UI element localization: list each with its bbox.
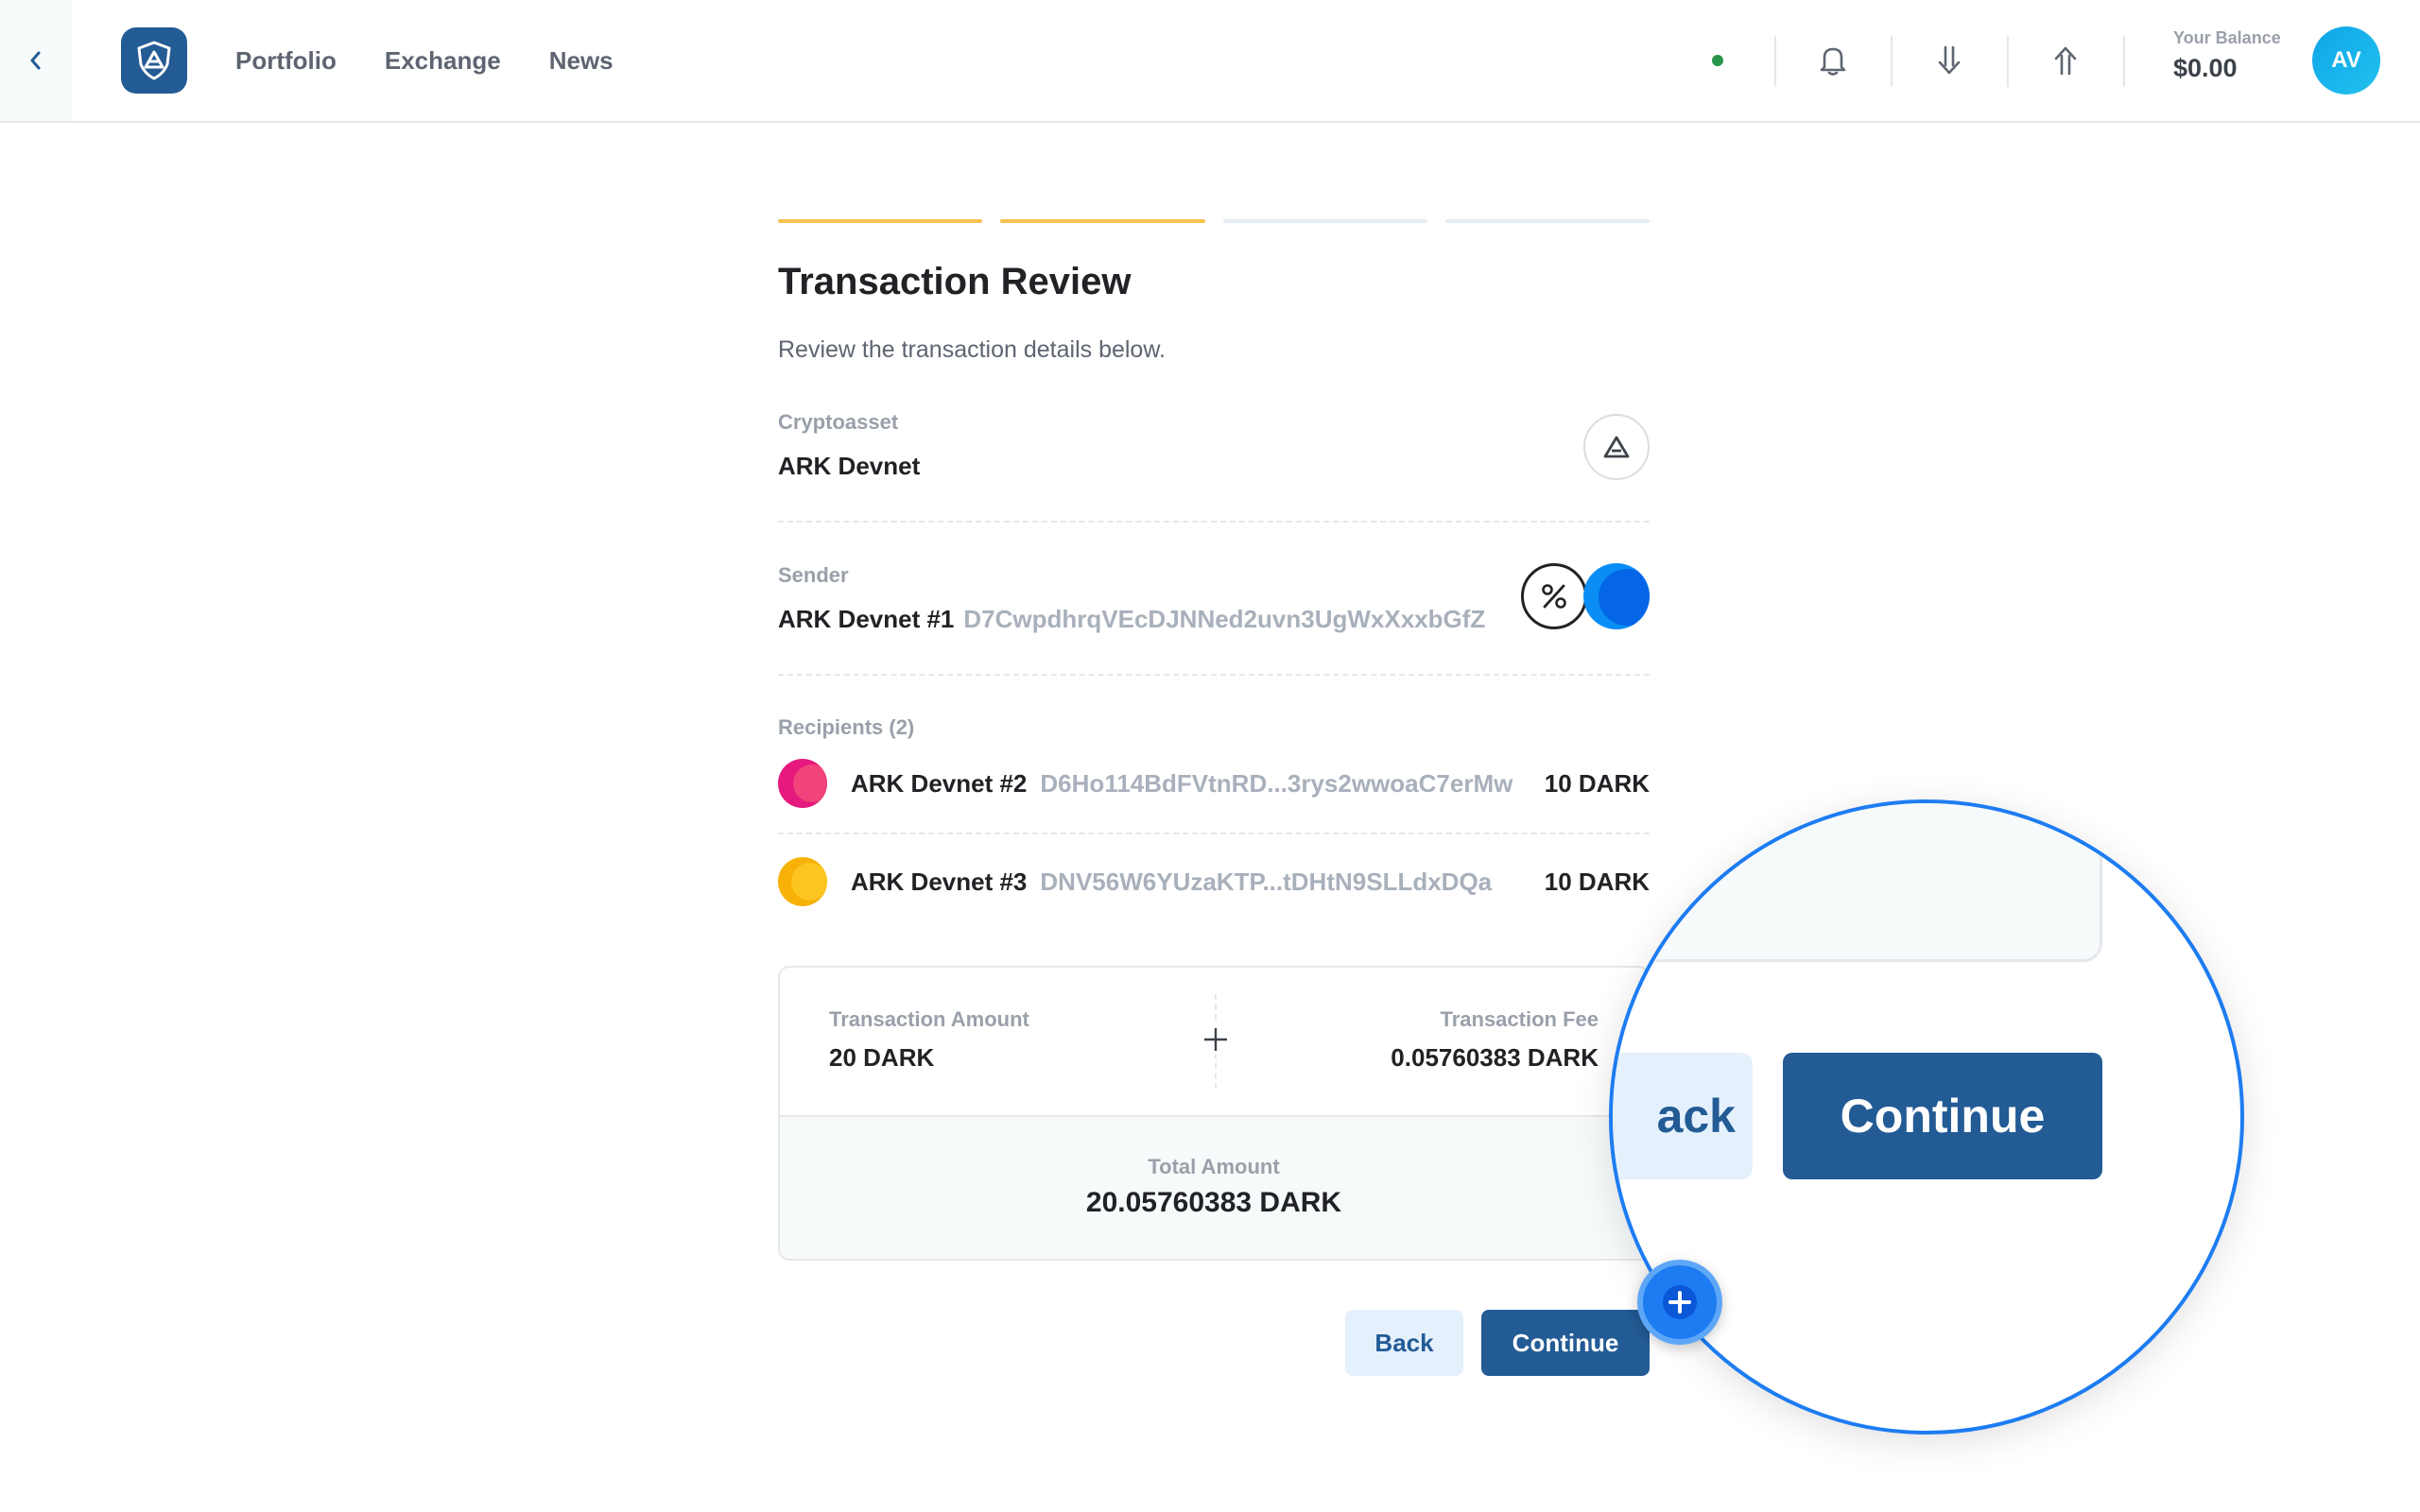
chevron-left-icon [30,51,41,70]
sender-label: Sender [778,563,849,587]
sender-name: ARK Devnet #1 [778,605,955,633]
nav-portfolio[interactable]: Portfolio [235,46,337,76]
recipient-address: D6Ho114BdFVtnRD...3rys2wwoaC7erMw [1040,768,1513,798]
step-indicator-1 [778,219,983,223]
recipient-avatar [778,857,827,906]
summary-total: Total Amount 20.05760383 DARK [780,1115,1648,1259]
step-indicator-4 [1444,219,1650,223]
header-divider [2123,36,2125,87]
section-divider [778,674,1650,676]
zoom-plus-handle[interactable] [1637,1260,1722,1345]
main-nav: Portfolio Exchange News [235,0,614,121]
header-divider [2007,36,2009,87]
recipient-name: ARK Devnet #3 [851,867,1028,896]
recipient-name: ARK Devnet #2 [851,768,1028,798]
percent-icon [1542,584,1566,609]
cryptoasset-value: ARK Devnet [778,452,921,480]
nav-exchange[interactable]: Exchange [385,46,501,76]
continue-button[interactable]: Continue [1481,1310,1650,1376]
connection-status-dot [1712,55,1723,66]
ark-network-icon [1603,436,1630,458]
sender-avatar [1583,563,1650,629]
transaction-summary: Transaction Amount 20 DARK Transaction F… [778,966,1650,1261]
plus-circle-icon [1663,1285,1697,1319]
notifications-button[interactable] [1810,38,1856,83]
back-button[interactable]: Back [1345,1310,1463,1376]
section-divider [778,833,1650,834]
percent-icon-badge [1521,563,1587,629]
back-nav-button[interactable] [0,0,72,121]
nav-news[interactable]: News [549,46,614,76]
recipient-avatar [778,759,827,808]
recipients-label: Recipients (2) [778,715,915,739]
receive-button[interactable] [1927,38,1972,83]
step-progress [778,219,1650,223]
cryptoasset-label: Cryptoasset [778,410,899,434]
shield-logo-icon [137,41,171,80]
total-amount-label: Total Amount [1148,1155,1280,1178]
transaction-amount-value: 20 DARK [829,1043,935,1072]
recipient-amount: 10 DARK [1544,768,1650,798]
balance-value: $0.00 [2173,54,2238,82]
zoom-magnifier: ack Continue [1609,799,2244,1435]
step-indicator-3 [1222,219,1427,223]
receive-icon [1938,45,1961,75]
summary-top: Transaction Amount 20 DARK Transaction F… [780,968,1648,1115]
magnified-summary-panel [1613,803,2102,962]
magnified-back-button: ack [1613,1053,1753,1179]
transaction-fee-value: 0.05760383 DARK [1391,1043,1599,1072]
page-subtitle: Review the transaction details below. [778,336,1166,363]
page-title: Transaction Review [778,261,1132,302]
recipient-row: ARK Devnet #3 DNV56W6YUzaKTP...tDHtN9SLL… [778,856,1650,907]
balance-block: Your Balance $0.00 [2173,28,2281,83]
plus-icon [1201,1024,1231,1055]
balance-label: Your Balance [2173,28,2281,47]
network-icon-badge [1583,414,1650,480]
transaction-fee: Transaction Fee 0.05760383 DARK [1391,1007,1599,1073]
user-avatar[interactable]: AV [2312,26,2380,94]
recipient-row: ARK Devnet #2 D6Ho114BdFVtnRD...3rys2wwo… [778,758,1650,809]
send-icon [2054,46,2077,76]
send-button[interactable] [2043,38,2088,83]
transaction-amount: Transaction Amount 20 DARK [829,1007,1029,1073]
header-divider [1774,36,1776,87]
total-amount-value: 20.05760383 DARK [1085,1187,1342,1218]
ark-logo[interactable] [121,27,187,94]
transaction-fee-label: Transaction Fee [1440,1007,1599,1031]
step-indicator-2 [1000,219,1205,223]
section-divider [778,521,1650,523]
top-navbar: Portfolio Exchange News Your Balance $0.… [0,0,2420,123]
sender-value: ARK Devnet #1 D7CwpdhrqVEcDJNNed2uvn3UgWx… [778,605,1485,634]
recipient-address: DNV56W6YUzaKTP...tDHtN9SLLdxDQa [1040,867,1493,896]
magnified-continue-button: Continue [1783,1053,2102,1179]
transaction-amount-label: Transaction Amount [829,1007,1029,1031]
bell-icon [1820,47,1846,76]
sender-address: D7CwpdhrqVEcDJNNed2uvn3UgWxXxxbGfZ [963,605,1486,633]
header-divider [1891,36,1893,87]
